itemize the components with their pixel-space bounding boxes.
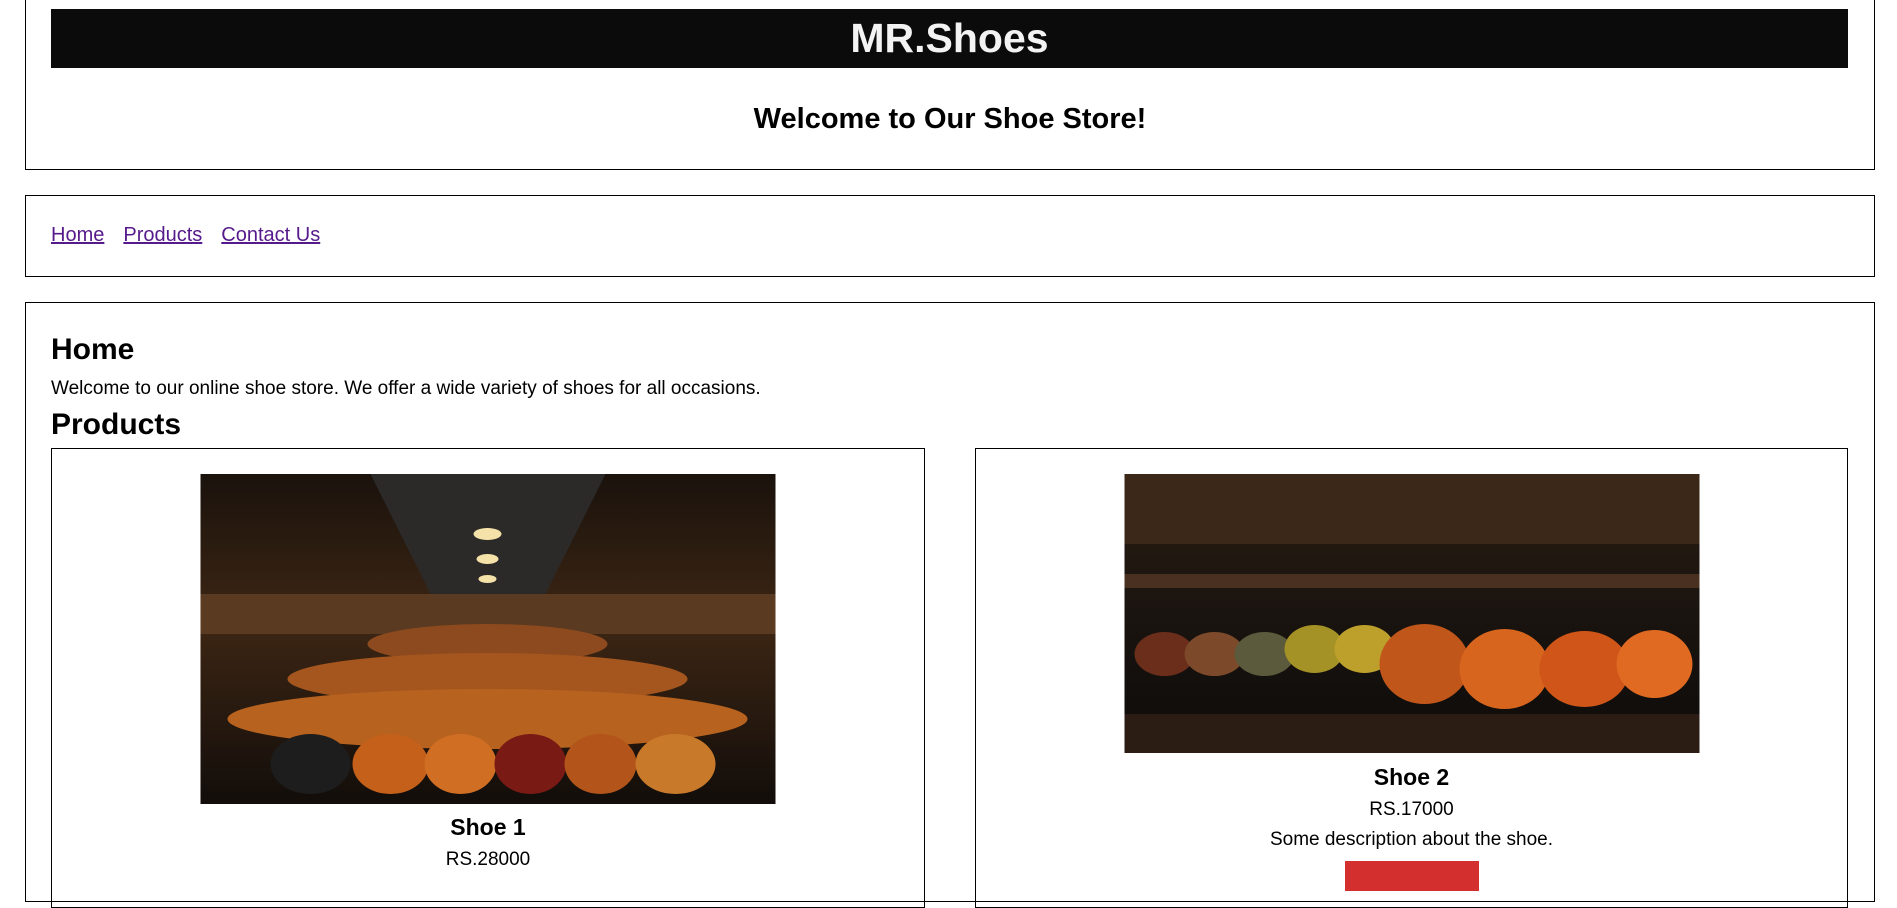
product-name-shoe-2: Shoe 2 — [1373, 764, 1450, 790]
products-heading: Products — [51, 408, 182, 441]
nav-bar: Home Products Contact Us — [25, 195, 1875, 277]
nav-link-home[interactable]: Home — [51, 224, 104, 247]
product-price-shoe-2: RS.17000 — [1369, 799, 1454, 820]
product-card-shoe-1: Shoe 1 RS.28000 — [51, 448, 925, 908]
home-intro-text: Welcome to our online shoe store. We off… — [51, 378, 761, 399]
product-card-shoe-2: Shoe 2 RS.17000 Some description about t… — [975, 448, 1848, 908]
nav-link-contact-us[interactable]: Contact Us — [221, 224, 320, 247]
product-image-shoe-1[interactable] — [200, 474, 776, 804]
product-image-shoe-2[interactable] — [1124, 474, 1699, 753]
main-content: Home Welcome to our online shoe store. W… — [25, 302, 1875, 908]
product-description-shoe-2: Some description about the shoe. — [1269, 829, 1554, 850]
buy-button-shoe-2[interactable] — [1344, 861, 1479, 891]
home-heading: Home — [51, 333, 135, 366]
welcome-heading: Welcome to Our Shoe Store! — [753, 103, 1147, 135]
site-header: MR.Shoes Welcome to Our Shoe Store! — [25, 0, 1875, 170]
product-name-shoe-1: Shoe 1 — [450, 814, 526, 840]
nav-links: Home Products Contact Us — [51, 224, 320, 247]
nav-link-products[interactable]: Products — [123, 224, 202, 247]
product-price-shoe-1: RS.28000 — [445, 849, 531, 870]
brand-title: MR.Shoes — [51, 9, 1848, 68]
